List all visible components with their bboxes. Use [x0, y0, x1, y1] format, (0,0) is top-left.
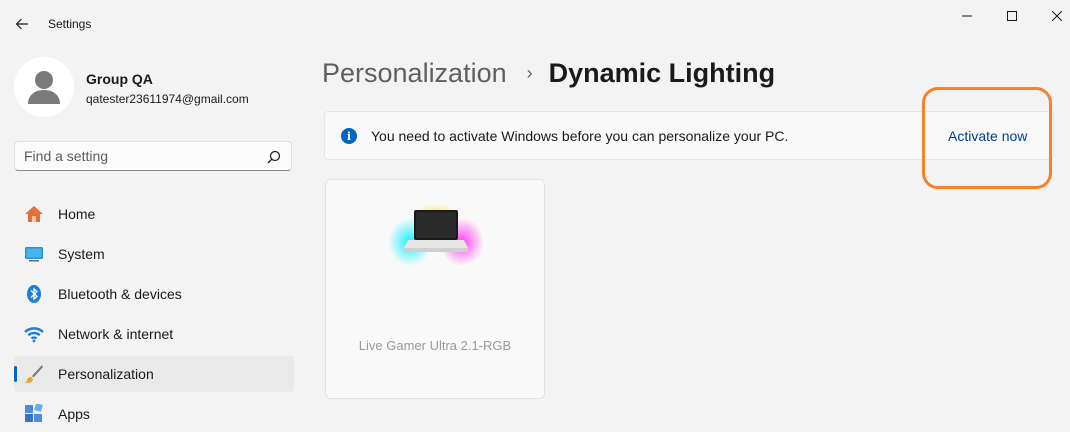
close-button[interactable]: [1034, 4, 1070, 28]
title-bar: Settings: [0, 0, 1070, 48]
sidebar-item-label: System: [58, 246, 105, 262]
sidebar-item-label: Home: [58, 206, 96, 222]
banner-message: You need to activate Windows before you …: [371, 128, 789, 144]
search-icon[interactable]: [267, 150, 281, 164]
sidebar-item-network[interactable]: Network & internet: [14, 316, 294, 352]
sidebar-item-bluetooth[interactable]: Bluetooth & devices: [14, 276, 294, 312]
breadcrumb: Personalization › Dynamic Lighting: [322, 58, 775, 89]
page-title: Dynamic Lighting: [548, 58, 776, 88]
system-icon: [25, 247, 43, 262]
sidebar-item-personalization[interactable]: Personalization: [14, 356, 294, 392]
activate-now-link[interactable]: Activate now: [948, 128, 1027, 144]
breadcrumb-separator: ›: [526, 63, 533, 83]
info-icon: i: [341, 128, 357, 144]
app-title: Settings: [48, 17, 92, 31]
search-input[interactable]: [24, 148, 254, 164]
close-icon: [1052, 11, 1062, 21]
search-box[interactable]: [14, 141, 292, 171]
sidebar-item-label: Personalization: [58, 366, 154, 382]
device-card[interactable]: Live Gamer Ultra 2.1-RGB: [325, 179, 545, 399]
back-button[interactable]: [10, 12, 34, 36]
bluetooth-icon: [27, 285, 41, 303]
breadcrumb-parent[interactable]: Personalization: [322, 58, 507, 89]
laptop-rgb-icon: [388, 204, 484, 266]
maximize-button[interactable]: [989, 4, 1035, 28]
sidebar-item-label: Network & internet: [58, 326, 174, 342]
brush-icon: [25, 365, 43, 383]
active-indicator: [14, 366, 17, 382]
maximize-icon: [1007, 11, 1017, 21]
apps-icon: [25, 404, 43, 422]
device-name: Live Gamer Ultra 2.1-RGB: [358, 338, 512, 353]
activation-banner: i You need to activate Windows before yo…: [324, 111, 1054, 160]
sidebar-item-label: Bluetooth & devices: [58, 286, 182, 302]
sidebar-item-label: Apps: [58, 406, 90, 422]
minimize-icon: [962, 15, 972, 17]
sidebar-item-home[interactable]: Home: [14, 196, 294, 232]
avatar[interactable]: [14, 57, 74, 117]
user-icon: [28, 71, 60, 104]
user-name: Group QA: [86, 71, 153, 87]
sidebar-item-system[interactable]: System: [14, 236, 294, 272]
minimize-button[interactable]: [944, 4, 990, 28]
home-icon: [25, 206, 43, 222]
user-email: qatester23611974@gmail.com: [86, 92, 249, 106]
wifi-icon: [24, 327, 44, 343]
arrow-left-icon: [15, 18, 28, 30]
